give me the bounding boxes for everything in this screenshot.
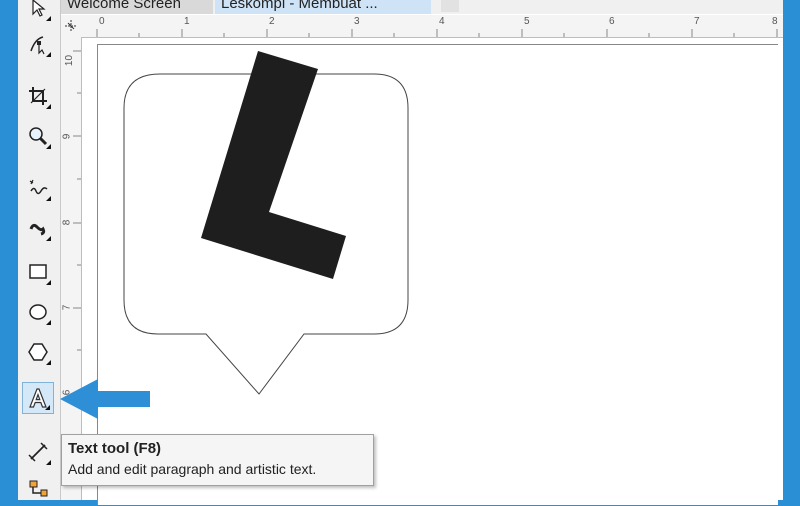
shape-tool[interactable] xyxy=(22,28,54,60)
tutorial-arrow xyxy=(60,379,150,419)
tooltip-title: Text tool (F8) xyxy=(68,440,162,457)
freehand-tool[interactable] xyxy=(22,172,54,204)
text-tool-tooltip: Text tool (F8) Add and edit paragraph an… xyxy=(61,434,374,486)
rectangle-tool[interactable] xyxy=(22,256,54,288)
zoom-tool[interactable] xyxy=(22,120,54,152)
parallel-dimension-tool[interactable] xyxy=(22,436,54,468)
tooltip-description: Add and edit paragraph and artistic text… xyxy=(68,461,317,477)
crop-tool[interactable] xyxy=(22,80,54,112)
polygon-tool[interactable] xyxy=(22,336,54,368)
text-tool[interactable] xyxy=(22,382,54,414)
connector-icon xyxy=(29,480,48,497)
pick-tool[interactable] xyxy=(22,0,54,24)
toolbox xyxy=(18,0,61,500)
canvas-artwork xyxy=(123,51,409,395)
artistic-media-tool[interactable] xyxy=(22,212,54,244)
pointer-icon xyxy=(32,0,46,17)
ellipse-tool[interactable] xyxy=(22,296,54,328)
connector-tool[interactable] xyxy=(22,474,54,506)
